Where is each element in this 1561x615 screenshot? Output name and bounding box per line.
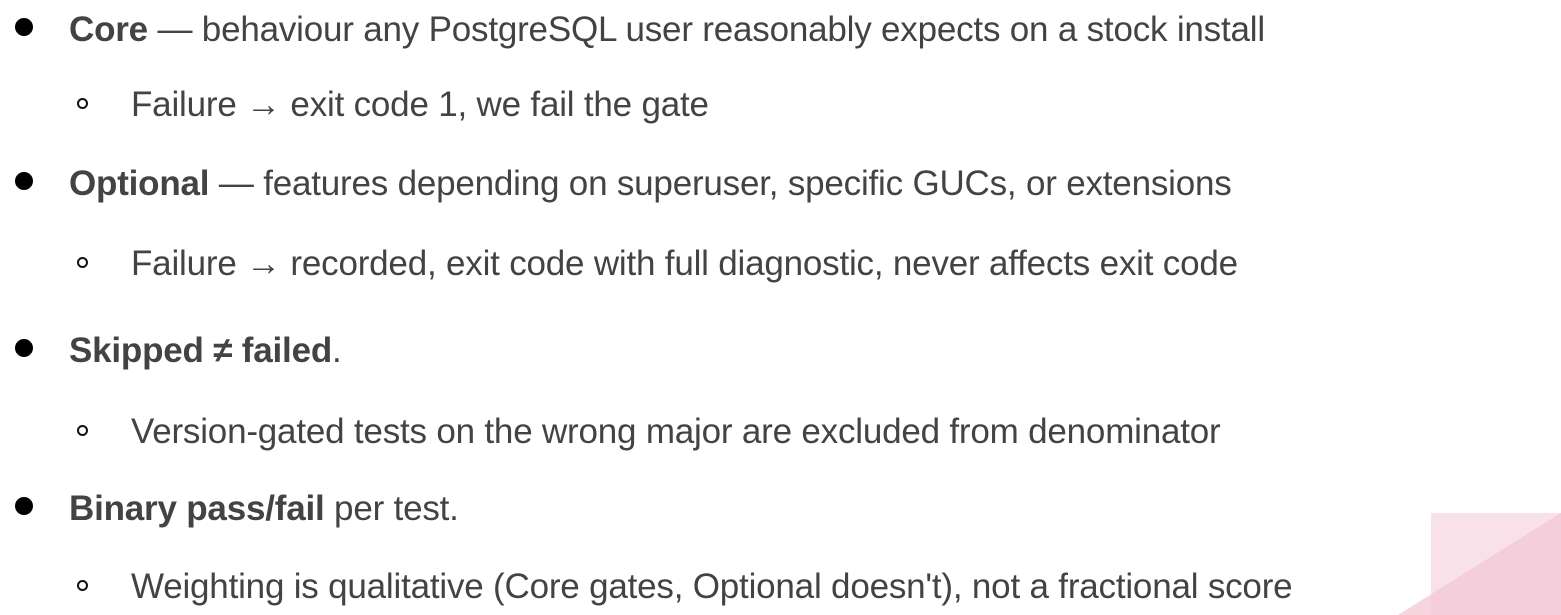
bullet-text: Core — behaviour any PostgreSQL user rea… [69, 2, 1265, 58]
slide: Core — behaviour any PostgreSQL user rea… [0, 0, 1561, 615]
sub-bullet-circle [77, 98, 88, 109]
bullet-dot [15, 339, 33, 357]
bullet-bold-label: Skipped ≠ failed [69, 331, 333, 370]
bullet-description: — behaviour any PostgreSQL user reasonab… [147, 10, 1265, 49]
bullet-text: Optional — features depending on superus… [69, 156, 1232, 212]
bullet-text: Skipped ≠ failed. [69, 323, 342, 379]
sub-bullet-circle [77, 580, 88, 591]
bullet-item-binary: Binary pass/fail per test. [0, 481, 1561, 537]
sub-bullet-circle [77, 257, 88, 268]
bullet-dot [15, 172, 33, 190]
bullet-description: — features depending on superuser, speci… [209, 164, 1232, 203]
bullet-bold-label: Binary pass/fail [69, 489, 325, 528]
sub-bullet-text: Failure → exit code 1, we fail the gate [131, 85, 709, 124]
bullet-item-skipped: Skipped ≠ failed. [0, 323, 1561, 379]
sub-bullet-item-skipped: Version-gated tests on the wrong major a… [0, 404, 1561, 460]
sub-bullet-text: Version-gated tests on the wrong major a… [131, 412, 1221, 451]
bullet-item-core: Core — behaviour any PostgreSQL user rea… [0, 2, 1561, 58]
sub-bullet-text: Weighting is qualitative (Core gates, Op… [131, 567, 1293, 606]
bullet-bold-label: Core [69, 10, 148, 49]
bullet-text: Binary pass/fail per test. [69, 481, 459, 537]
bullet-description: per test. [324, 489, 459, 528]
bullet-dot [15, 497, 33, 515]
sub-bullet-item-binary: Weighting is qualitative (Core gates, Op… [0, 559, 1561, 615]
bullet-dot [15, 18, 33, 36]
sub-bullet-item-core: Failure → exit code 1, we fail the gate [0, 77, 1561, 133]
sub-bullet-text: Failure → recorded, exit code with full … [131, 244, 1238, 283]
sub-bullet-circle [77, 425, 88, 436]
bullet-bold-label: Optional [69, 164, 210, 203]
bullet-item-optional: Optional — features depending on superus… [0, 156, 1561, 212]
bullet-description: . [332, 331, 342, 370]
sub-bullet-item-optional: Failure → recorded, exit code with full … [0, 236, 1561, 292]
